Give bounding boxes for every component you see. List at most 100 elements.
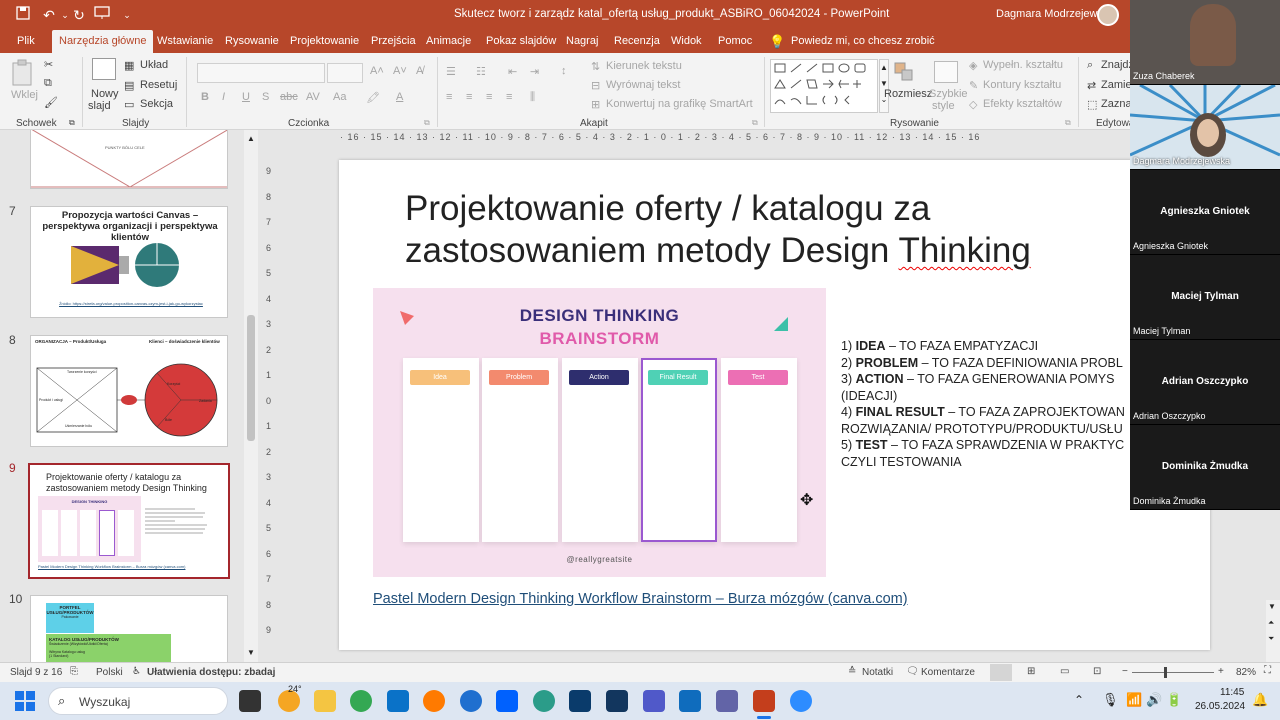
- quick-styles-icon[interactable]: [934, 61, 958, 83]
- section-button[interactable]: Sekcja: [140, 98, 173, 110]
- font-color-icon[interactable]: A: [396, 91, 403, 103]
- zoom-out-icon[interactable]: −: [1122, 666, 1128, 677]
- italic-icon[interactable]: I: [222, 91, 225, 103]
- tab-animations[interactable]: Animacje: [419, 30, 478, 53]
- slide-thumbnail-8[interactable]: ORGANIZACJA – Produkt/Usługa Klienci – d…: [30, 335, 228, 447]
- tab-view[interactable]: Widok: [664, 30, 709, 53]
- tab-review[interactable]: Recenzja: [607, 30, 667, 53]
- new-slide-label-2[interactable]: slajd: [88, 100, 111, 112]
- text-direction-button[interactable]: Kierunek tekstu: [606, 60, 682, 72]
- align-right-icon[interactable]: ≡: [486, 91, 492, 103]
- app-icon[interactable]: [606, 690, 628, 712]
- numbering-icon[interactable]: ☷: [476, 65, 486, 78]
- shapes-gallery[interactable]: [770, 59, 878, 113]
- comments-button[interactable]: Komentarze: [921, 667, 975, 678]
- notes-button[interactable]: Notatki: [862, 667, 893, 678]
- app-icon[interactable]: [569, 690, 591, 712]
- tab-home[interactable]: Narzędzia główne: [52, 30, 154, 53]
- clock-time[interactable]: 11:45: [1220, 687, 1244, 698]
- tab-insert[interactable]: Wstawianie: [150, 30, 220, 53]
- columns-icon[interactable]: ⫼: [530, 91, 535, 104]
- taskbar-search[interactable]: ⌕ Wyszukaj: [48, 687, 228, 715]
- font-size-combobox[interactable]: [327, 63, 363, 83]
- change-case-icon[interactable]: Aa: [333, 91, 346, 103]
- next-slide-icon[interactable]: ⏷: [1268, 634, 1274, 644]
- increase-indent-icon[interactable]: ⇥: [530, 65, 539, 78]
- previous-slide-icon[interactable]: ⏶: [1268, 618, 1274, 628]
- zoom-level[interactable]: 82%: [1236, 667, 1256, 678]
- tab-draw[interactable]: Rysowanie: [218, 30, 286, 53]
- scroll-up-icon[interactable]: ▲: [246, 134, 256, 143]
- scroll-down-icon[interactable]: ▼: [246, 648, 256, 657]
- video-tile[interactable]: Agnieszka Gniotek Agnieszka Gniotek: [1130, 170, 1280, 254]
- phase-list[interactable]: 1) IDEA – TO FAZA EMPATYZACJI 2) PROBLEM…: [841, 338, 1141, 470]
- reading-view-icon[interactable]: ▭: [1060, 666, 1069, 677]
- decrease-font-icon[interactable]: A˅: [393, 65, 407, 77]
- account-avatar[interactable]: [1097, 4, 1119, 26]
- slide-thumbnail-9[interactable]: Projektowanie oferty / katalogu za zasto…: [28, 463, 230, 579]
- arrange-icon[interactable]: [893, 61, 917, 83]
- video-tile[interactable]: Maciej Tylman Maciej Tylman: [1130, 255, 1280, 339]
- tell-me-search[interactable]: Powiedz mi, co chcesz zrobić: [791, 35, 935, 47]
- shape-fill-button[interactable]: Wypełn. kształtu: [983, 59, 1063, 71]
- spelling-icon[interactable]: ⎘: [70, 666, 78, 677]
- slide-canvas[interactable]: Projektowanie oferty / katalogu za zasto…: [339, 160, 1210, 650]
- accessibility-check[interactable]: Ułatwienia dostępu: zbadaj: [147, 667, 275, 678]
- clock-date[interactable]: 26.05.2024: [1195, 701, 1245, 712]
- design-thinking-image[interactable]: DESIGN THINKING BRAINSTORM Idea Problem …: [373, 288, 826, 577]
- paste-label[interactable]: Wklej: [11, 89, 38, 101]
- shape-effects-button[interactable]: Efekty kształtów: [983, 98, 1062, 110]
- slide-sorter-icon[interactable]: ⊞: [1027, 666, 1035, 677]
- canva-source-link[interactable]: Pastel Modern Design Thinking Workflow B…: [373, 591, 908, 607]
- char-spacing-icon[interactable]: AV: [306, 91, 320, 103]
- decrease-indent-icon[interactable]: ⇤: [508, 65, 517, 78]
- bullets-icon[interactable]: ☰: [446, 65, 456, 78]
- firefox-icon[interactable]: [423, 690, 445, 712]
- align-left-icon[interactable]: ≡: [446, 91, 452, 103]
- video-tile[interactable]: Adrian Oszczypko Adrian Oszczypko: [1130, 340, 1280, 424]
- line-spacing-icon[interactable]: ↕: [561, 65, 567, 77]
- copy-icon[interactable]: ⧉: [44, 77, 52, 90]
- scroll-down-icon[interactable]: ▼: [1268, 602, 1276, 611]
- font-launcher-icon[interactable]: ⧉: [424, 118, 430, 128]
- microphone-icon[interactable]: 🎙: [1102, 692, 1119, 708]
- tab-design[interactable]: Projektowanie: [283, 30, 366, 53]
- justify-icon[interactable]: ≡: [506, 91, 512, 103]
- arrange-label[interactable]: Rozmiesz: [884, 88, 932, 100]
- slide-thumbnail-6[interactable]: PUNKTY BÓLU CELE: [30, 130, 228, 189]
- powerpoint-icon[interactable]: [753, 690, 775, 712]
- file-explorer-icon[interactable]: [314, 690, 336, 712]
- smartart-button[interactable]: Konwertuj na grafikę SmartArt: [606, 98, 753, 110]
- highlight-icon[interactable]: 🖍: [366, 91, 380, 104]
- quick-styles-label-1[interactable]: Szybkie: [929, 88, 968, 100]
- shadow-icon[interactable]: S: [262, 91, 269, 103]
- chrome-icon[interactable]: [350, 690, 372, 712]
- new-slide-icon[interactable]: [92, 58, 116, 80]
- outlook-icon[interactable]: [679, 690, 701, 712]
- reset-button[interactable]: Resetuj: [140, 79, 177, 91]
- battery-icon[interactable]: 🔋: [1166, 692, 1182, 708]
- drawing-launcher-icon[interactable]: ⧉: [1065, 118, 1071, 128]
- zoom-icon[interactable]: [790, 690, 812, 712]
- shape-outline-button[interactable]: Kontury kształtu: [983, 79, 1061, 91]
- normal-view-icon[interactable]: [990, 664, 1012, 681]
- teams-icon[interactable]: [716, 690, 738, 712]
- underline-icon[interactable]: U: [242, 91, 250, 103]
- paste-icon[interactable]: [10, 59, 36, 86]
- wifi-icon[interactable]: 📶: [1126, 692, 1142, 708]
- slide-thumbnail-7[interactable]: Propozycja wartości Canvas – perspektywa…: [30, 206, 228, 318]
- tray-chevron-icon[interactable]: ⌃: [1074, 693, 1084, 707]
- edge-icon[interactable]: [533, 690, 555, 712]
- video-tile[interactable]: Dominika Żmudka Dominika Żmudka: [1130, 425, 1280, 509]
- customize-toolbar-icon[interactable]: ⌄: [118, 6, 136, 24]
- language-indicator[interactable]: Polski: [96, 667, 123, 678]
- dropbox-icon[interactable]: [496, 690, 518, 712]
- notification-icon[interactable]: 🔔: [1252, 692, 1268, 708]
- zoom-in-icon[interactable]: +: [1218, 666, 1224, 677]
- strikethrough-icon[interactable]: abc: [280, 91, 298, 103]
- video-tile[interactable]: Dagmara Modrzejewska: [1130, 85, 1280, 169]
- clear-format-icon[interactable]: A̸: [416, 65, 423, 77]
- edge-app-icon[interactable]: [460, 690, 482, 712]
- windows-start-icon[interactable]: [15, 691, 35, 714]
- tab-transitions[interactable]: Przejścia: [364, 30, 423, 53]
